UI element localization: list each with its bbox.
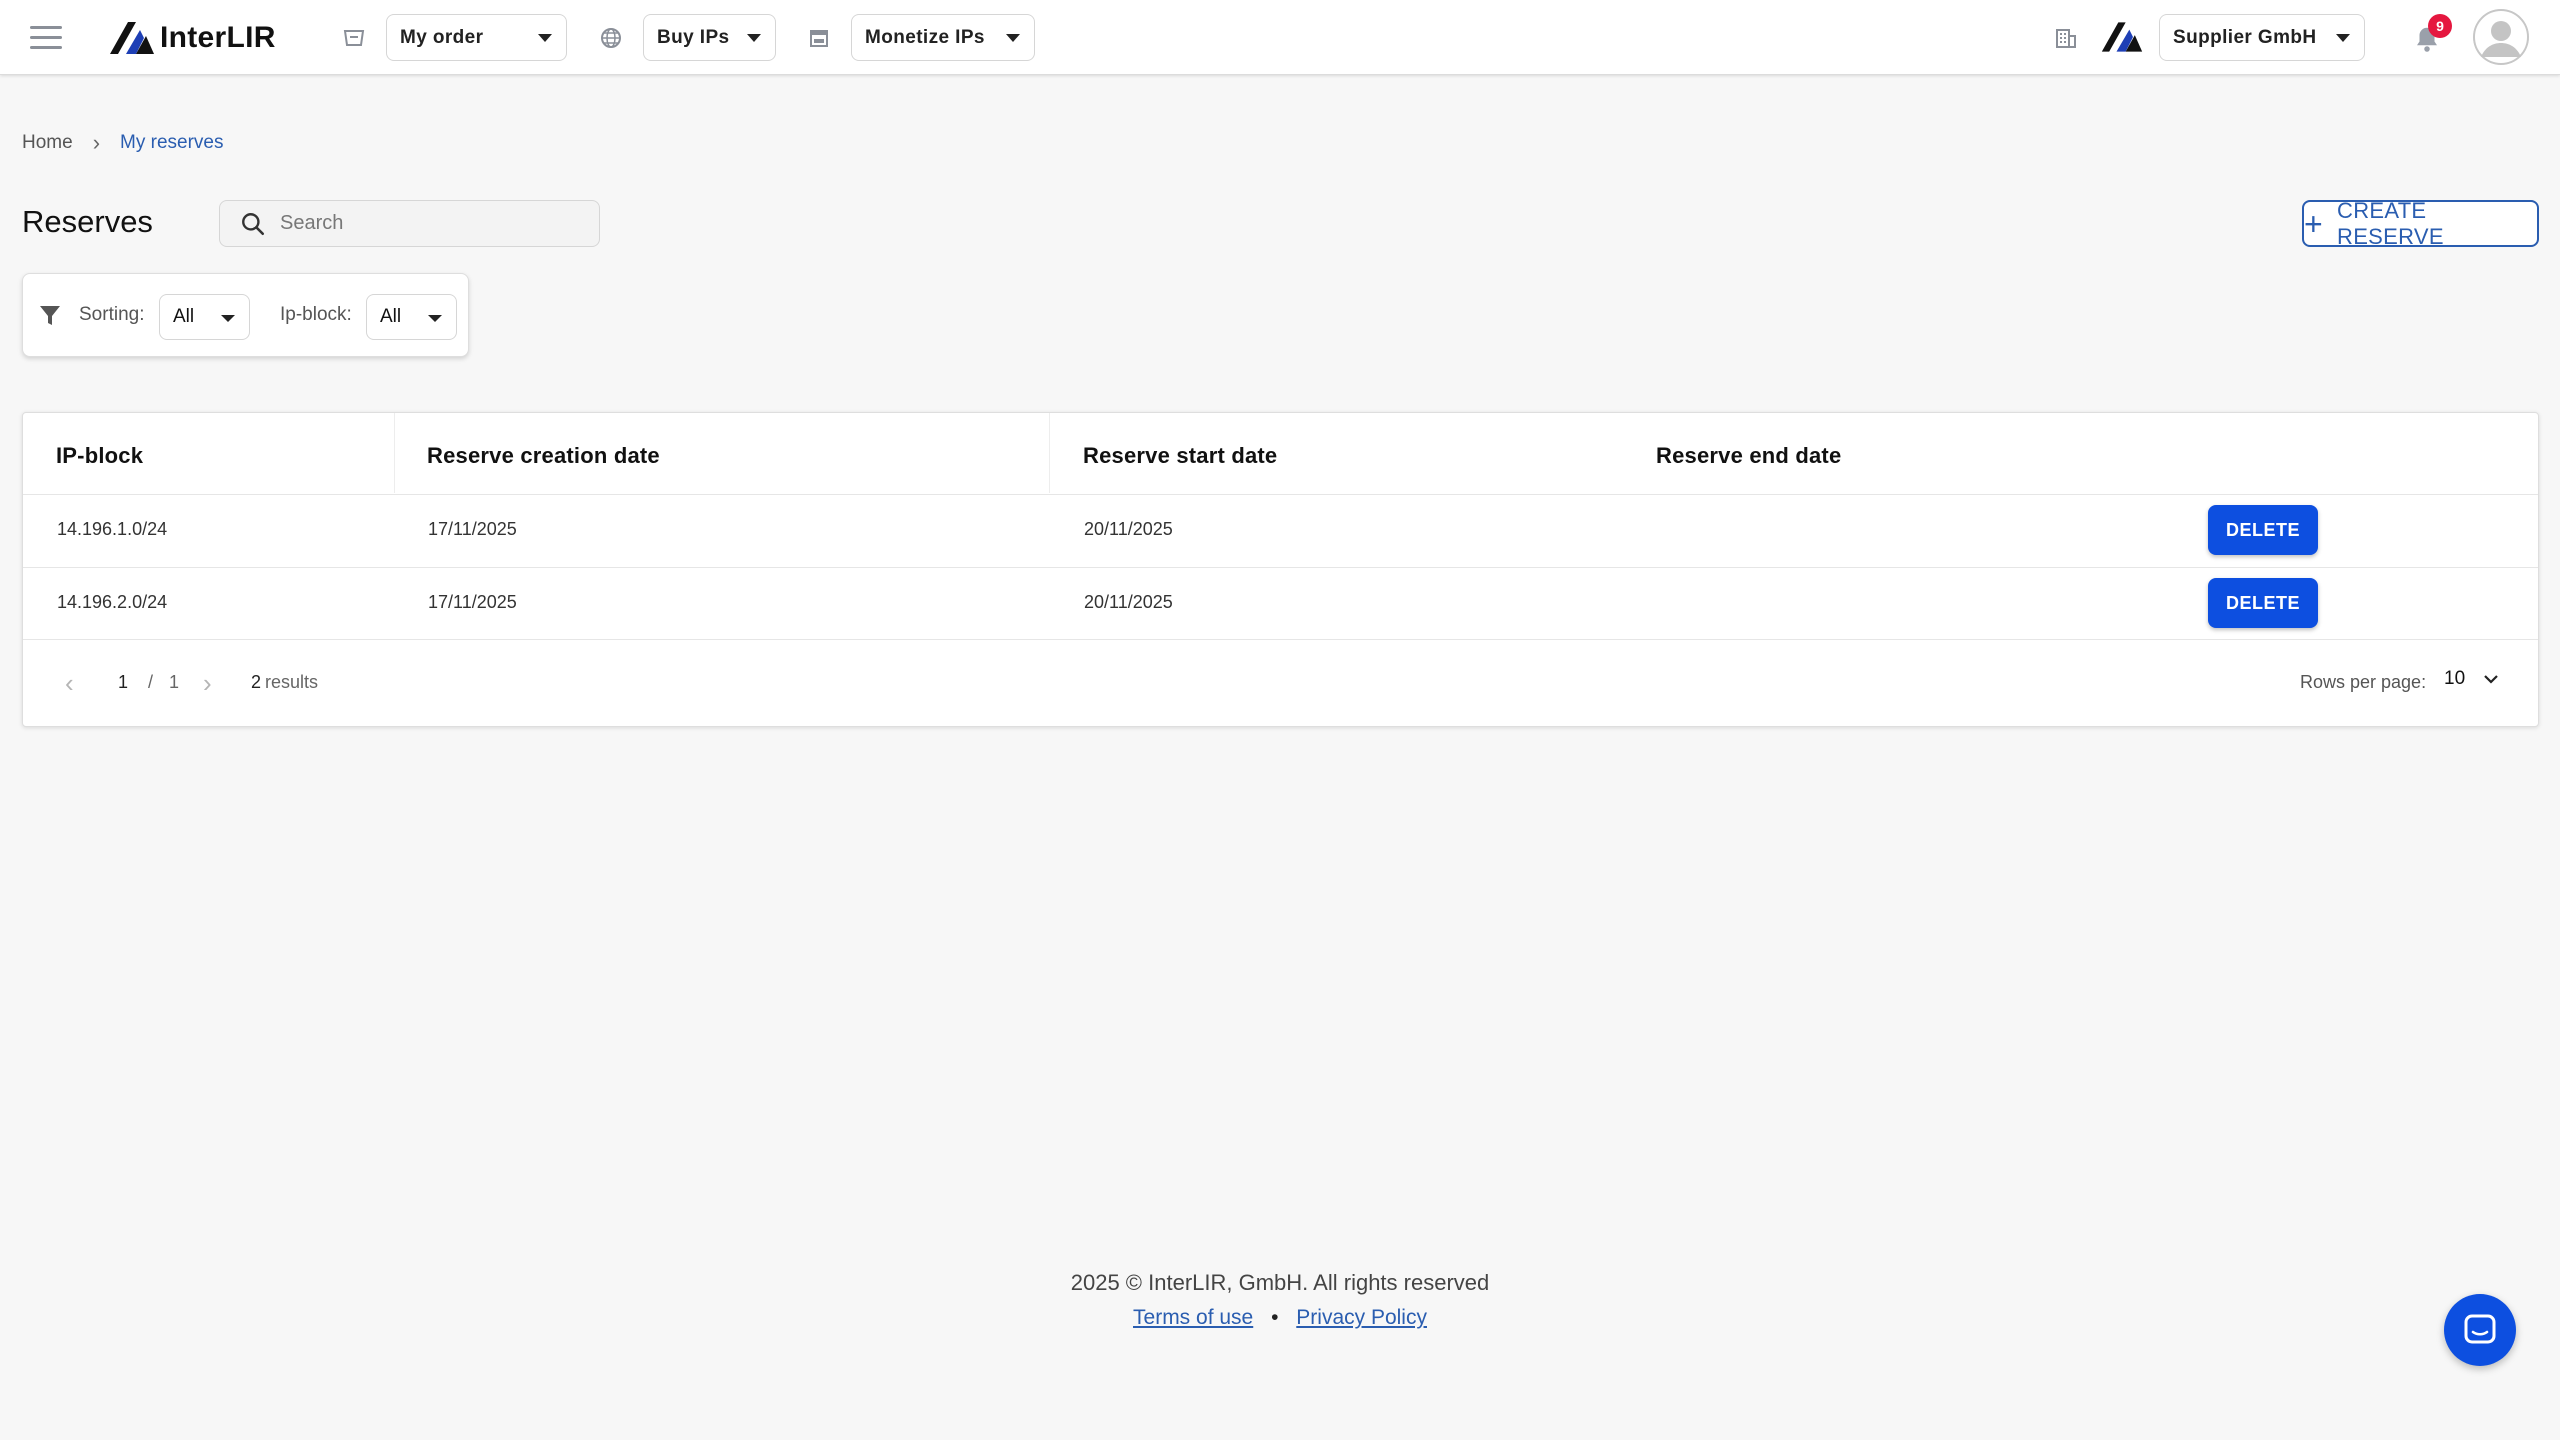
results-label: results bbox=[265, 672, 319, 692]
column-header-start-date: Reserve start date bbox=[1083, 443, 1278, 468]
avatar[interactable] bbox=[2473, 9, 2529, 65]
column-header-ip-block: IP-block bbox=[56, 443, 144, 468]
delete-button[interactable]: DELETE bbox=[2208, 578, 2318, 628]
sorting-select[interactable]: All bbox=[159, 294, 250, 340]
interlir-logo[interactable]: InterLIR bbox=[108, 20, 276, 56]
my-order-dropdown[interactable]: My order bbox=[386, 14, 567, 61]
buy-ips-dropdown[interactable]: Buy IPs bbox=[643, 14, 776, 61]
globe-icon bbox=[601, 28, 621, 48]
rows-per-page-label: Rows per page: bbox=[2300, 672, 2427, 692]
column-header-end-date: Reserve end date bbox=[1656, 443, 1842, 468]
cell-start-date: 20/11/2025 bbox=[1084, 519, 1173, 539]
chevron-left-icon[interactable]: ‹ bbox=[65, 668, 74, 699]
current-page: 1 bbox=[118, 672, 129, 692]
cell-ip-block: 14.196.1.0/24 bbox=[57, 519, 168, 539]
reserves-table: IP-block Reserve creation date Reserve s… bbox=[22, 412, 2539, 727]
delete-button[interactable]: DELETE bbox=[2208, 505, 2318, 555]
filter-panel: Sorting: All Ip-block: All bbox=[22, 273, 469, 357]
results-count: 2 bbox=[251, 672, 262, 692]
store-icon bbox=[810, 30, 828, 47]
pagination: ‹ 1 / 1 › 2 results Rows per page: 10 bbox=[23, 639, 2538, 727]
chevron-down-icon bbox=[428, 315, 442, 322]
monetize-ips-dropdown[interactable]: Monetize IPs bbox=[851, 14, 1035, 61]
filter-icon bbox=[40, 306, 60, 325]
chevron-down-icon bbox=[2484, 675, 2498, 684]
rows-per-page-value: 10 bbox=[2444, 668, 2466, 689]
chat-launcher-button[interactable] bbox=[2444, 1294, 2516, 1366]
chevron-down-icon bbox=[538, 33, 552, 42]
interlir-logo-mark-icon bbox=[110, 22, 154, 54]
user-avatar-icon bbox=[2473, 9, 2529, 65]
top-navbar: InterLIR My order Buy IPs Monetize IPs S… bbox=[0, 0, 2560, 75]
column-divider bbox=[394, 413, 395, 493]
page-title: Reserves bbox=[22, 204, 153, 239]
cell-start-date: 20/11/2025 bbox=[1084, 592, 1173, 612]
building-icon bbox=[2056, 29, 2076, 48]
total-pages: 1 bbox=[169, 672, 180, 692]
cart-icon bbox=[343, 30, 365, 46]
chevron-down-icon bbox=[747, 33, 761, 42]
chat-icon bbox=[2464, 1314, 2496, 1344]
company-logo-icon bbox=[2101, 22, 2143, 52]
company-dropdown[interactable]: Supplier GmbH bbox=[2159, 14, 2365, 61]
my-order-label: My order bbox=[400, 26, 484, 48]
breadcrumb-current[interactable]: My reserves bbox=[120, 132, 223, 154]
ipblock-value: All bbox=[380, 306, 402, 327]
plus-icon: + bbox=[2304, 205, 2323, 242]
table-row: 14.196.2.0/24 17/11/2025 20/11/2025 DELE… bbox=[23, 567, 2538, 639]
chevron-down-icon bbox=[1006, 33, 1020, 42]
footer-links: Terms of use • Privacy Policy bbox=[0, 1306, 2560, 1330]
create-reserve-label: CREATE RESERVE bbox=[2337, 197, 2444, 249]
copyright-text: 2025 © InterLIR, GmbH. All rights reserv… bbox=[1070, 1270, 1490, 1295]
menu-icon[interactable] bbox=[30, 24, 62, 52]
ipblock-label: Ip-block: bbox=[280, 304, 352, 325]
buy-ips-label: Buy IPs bbox=[657, 26, 730, 48]
brand-name: InterLIR bbox=[160, 21, 276, 54]
column-header-creation-date: Reserve creation date bbox=[427, 443, 660, 468]
chevron-down-icon bbox=[221, 315, 235, 322]
chevron-down-icon bbox=[2336, 33, 2350, 42]
breadcrumb: Home › My reserves bbox=[22, 130, 223, 156]
sorting-label: Sorting: bbox=[79, 304, 145, 325]
table-row: 14.196.1.0/24 17/11/2025 20/11/2025 DELE… bbox=[23, 494, 2538, 566]
column-divider bbox=[1049, 413, 1050, 493]
ipblock-select[interactable]: All bbox=[366, 294, 457, 340]
search-input[interactable] bbox=[280, 212, 580, 235]
search-box bbox=[219, 200, 600, 247]
monetize-ips-label: Monetize IPs bbox=[865, 26, 985, 48]
chevron-right-icon: › bbox=[92, 130, 101, 155]
privacy-link[interactable]: Privacy Policy bbox=[1296, 1306, 1427, 1329]
breadcrumb-home[interactable]: Home bbox=[22, 132, 73, 154]
terms-link[interactable]: Terms of use bbox=[1133, 1306, 1253, 1329]
notification-badge: 9 bbox=[2428, 14, 2452, 38]
footer-separator: • bbox=[1271, 1306, 1279, 1329]
chevron-right-icon[interactable]: › bbox=[203, 668, 212, 699]
cell-ip-block: 14.196.2.0/24 bbox=[57, 592, 168, 612]
page-separator: / bbox=[148, 672, 154, 692]
create-reserve-button[interactable]: + CREATE RESERVE bbox=[2302, 197, 2539, 249]
company-name: Supplier GmbH bbox=[2173, 26, 2317, 48]
cell-creation-date: 17/11/2025 bbox=[428, 592, 517, 612]
rows-per-page-select[interactable]: 10 bbox=[2444, 668, 2499, 690]
cell-creation-date: 17/11/2025 bbox=[428, 519, 517, 539]
sorting-value: All bbox=[173, 306, 195, 327]
search-icon bbox=[242, 212, 265, 235]
